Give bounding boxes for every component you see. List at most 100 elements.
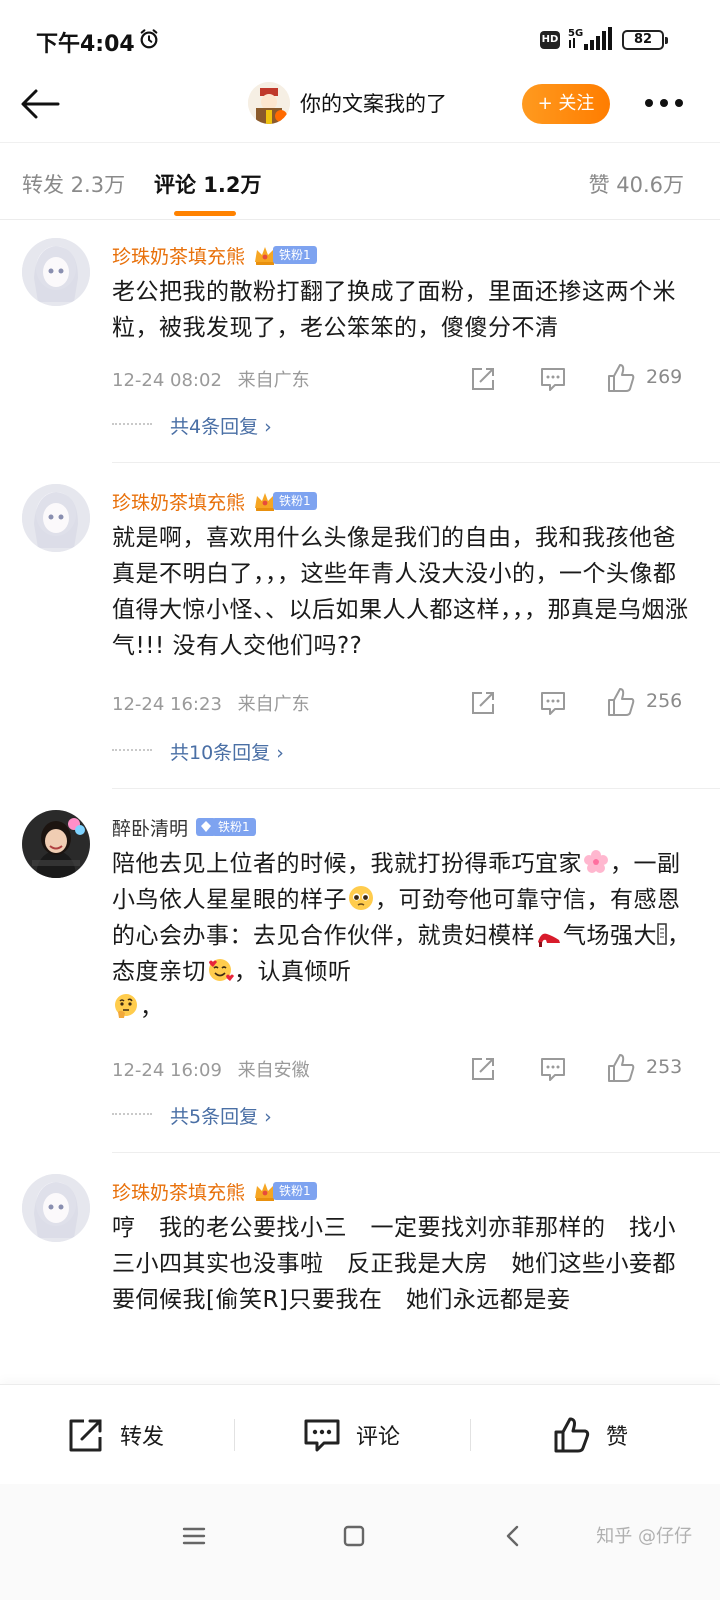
status-time: 下午4:04 xyxy=(36,32,135,57)
like-label: 赞 xyxy=(606,1425,629,1450)
fan-badge-label: 铁粉1 xyxy=(212,818,256,836)
bottom-action-bar: 转发 评论 赞 xyxy=(0,1384,720,1484)
text-segment: ，认真倾听 xyxy=(234,959,352,985)
tab-active-indicator xyxy=(174,211,236,216)
author-avatar-illustration xyxy=(248,82,290,124)
more-options-icon[interactable] xyxy=(642,96,686,110)
home-square-icon[interactable] xyxy=(340,1522,368,1550)
like-button[interactable]: 赞 xyxy=(552,1415,628,1455)
back-arrow-icon[interactable] xyxy=(18,82,62,126)
anime-girl-avatar xyxy=(22,1174,90,1242)
text-segment: 陪他去见上位者的时候，我就打扮得乖巧宜家 xyxy=(112,851,582,877)
reply-dots xyxy=(112,423,152,427)
page-title: 你的文案我的了 xyxy=(300,92,447,116)
fan-badge: 铁粉1 xyxy=(196,817,256,837)
separator xyxy=(234,1419,235,1451)
comment-location: 来自广东 xyxy=(237,370,310,391)
username[interactable]: 醉卧清明 xyxy=(112,814,188,841)
view-replies-link[interactable]: 共4条回复 › xyxy=(170,412,272,439)
tab-like[interactable]: 赞 40.6万 xyxy=(589,169,684,199)
reply-dots xyxy=(112,1113,152,1117)
back-chevron-icon[interactable] xyxy=(500,1522,528,1550)
comment-meta: 12-24 16:23 来自广东 xyxy=(112,690,310,720)
comment-label: 评论 xyxy=(356,1425,401,1450)
avatar[interactable] xyxy=(22,810,90,878)
like-icon[interactable] xyxy=(606,1052,636,1084)
view-replies-link[interactable]: 共10条回复 › xyxy=(170,738,284,765)
anime-girl-avatar xyxy=(22,238,90,306)
fan-badge: 铁粉1 xyxy=(253,491,317,511)
thumbs-up-icon xyxy=(554,1417,590,1453)
username[interactable]: 珍珠奶茶填充熊 xyxy=(112,488,245,515)
text-segment: ， xyxy=(140,995,164,1021)
tab-comment[interactable]: 评论 1.2万 xyxy=(154,169,262,199)
comment-meta: 12-24 16:09 来自安徽 xyxy=(112,1056,310,1086)
comment-time: 12-24 16:23 xyxy=(112,694,222,715)
comment-text: 陪他去见上位者的时候，我就打扮得乖巧宜家 ，一副小鸟依人星星眼的样子 ，可劲夸他可靠… xyxy=(112,846,696,1026)
fan-badge-label: 铁粉1 xyxy=(273,246,317,264)
watermark: 知乎 @仔仔 xyxy=(596,1526,692,1547)
reply-icon[interactable] xyxy=(538,688,568,718)
reply-icon[interactable] xyxy=(538,1054,568,1084)
anime-girl-avatar xyxy=(22,484,90,552)
comment-meta: 12-24 08:02 来自广东 xyxy=(112,366,310,396)
comment-button[interactable]: 评论 xyxy=(302,1415,400,1455)
photo-avatar xyxy=(22,810,90,878)
fan-badge: 铁粉1 xyxy=(253,1181,317,1201)
comment-text: 哼 我的老公要找小三 一定要找刘亦菲那样的 找小三小四其实也没事啦 反正我是大房… xyxy=(112,1215,676,1313)
follow-button[interactable]: + 关注 xyxy=(522,84,610,124)
header: 你的文案我的了 + 关注 xyxy=(0,72,720,142)
comment-time: 12-24 16:09 xyxy=(112,1060,222,1081)
comment-item: 醉卧清明 铁粉1 陪他去见上位者的时候，我就打扮得乖巧宜家 ，一副小鸟依人星星眼的… xyxy=(0,810,720,1154)
username[interactable]: 珍珠奶茶填充熊 xyxy=(112,242,245,269)
unknown-glyph-icon xyxy=(657,923,667,945)
avatar[interactable] xyxy=(22,238,90,306)
fan-badge-label: 铁粉1 xyxy=(273,1182,317,1200)
reply-dots xyxy=(112,749,152,753)
tab-bar: 转发 2.3万 评论 1.2万 赞 40.6万 xyxy=(0,142,720,220)
like-icon[interactable] xyxy=(606,686,636,718)
text-segment: 气场强大 xyxy=(563,923,657,949)
comment-item: 珍珠奶茶填充熊 铁粉1 就是啊，喜欢用什么头像是我们的自由，我和我孩他爸真是不明… xyxy=(0,484,720,790)
comment-text: 就是啊，喜欢用什么头像是我们的自由，我和我孩他爸真是不明白了，，，这些年青人没大… xyxy=(112,525,689,659)
name-row: 珍珠奶茶填充熊 铁粉1 xyxy=(112,486,317,516)
name-row: 珍珠奶茶填充熊 铁粉1 xyxy=(112,240,317,270)
share-icon[interactable] xyxy=(468,688,498,718)
share-icon xyxy=(69,1419,102,1452)
avatar[interactable] xyxy=(22,1174,90,1242)
pleading-face-emoji xyxy=(349,886,373,910)
name-row: 醉卧清明 铁粉1 xyxy=(112,812,256,842)
like-count: 269 xyxy=(646,366,683,388)
fan-badge-label: 铁粉1 xyxy=(273,492,317,510)
comment-item: 珍珠奶茶填充熊 铁粉1 哼 我的老公要找小三 一定要找刘亦菲那样的 找小三小四其… xyxy=(0,1174,720,1384)
reply-row: 共10条回复 › xyxy=(112,736,284,766)
tab-repost[interactable]: 转发 2.3万 xyxy=(22,169,125,199)
system-nav-bar: 知乎 @仔仔 xyxy=(0,1484,720,1600)
comment-location: 来自广东 xyxy=(237,694,310,715)
menu-icon[interactable] xyxy=(180,1522,208,1550)
repost-button[interactable]: 转发 xyxy=(66,1415,164,1455)
network-label: 5G xyxy=(568,28,583,39)
author-avatar[interactable] xyxy=(248,82,290,124)
reply-row: 共5条回复 › xyxy=(112,1100,272,1130)
status-bar: 下午4:04 HD 5G 82 xyxy=(0,0,720,72)
share-icon[interactable] xyxy=(468,1054,498,1084)
avatar[interactable] xyxy=(22,484,90,552)
like-count: 253 xyxy=(646,1056,683,1078)
name-row: 珍珠奶茶填充熊 铁粉1 xyxy=(112,1176,317,1206)
username[interactable]: 珍珠奶茶填充熊 xyxy=(112,1178,245,1205)
like-icon[interactable] xyxy=(606,362,636,394)
share-icon[interactable] xyxy=(468,364,498,394)
comment-text: 老公把我的散粉打翻了换成了面粉，里面还掺这两个米粒，被我发现了，老公笨笨的，傻傻… xyxy=(112,279,676,341)
battery-indicator: 82 xyxy=(622,30,668,50)
thinking-face-emoji xyxy=(115,994,137,1018)
like-count: 256 xyxy=(646,690,683,712)
view-replies-link[interactable]: 共5条回复 › xyxy=(170,1102,272,1129)
repost-label: 转发 xyxy=(120,1425,165,1450)
reply-row: 共4条回复 › xyxy=(112,410,272,440)
reply-icon[interactable] xyxy=(538,364,568,394)
cherry-blossom-emoji xyxy=(584,850,608,873)
comment-location: 来自安徽 xyxy=(237,1060,310,1081)
high-heel-emoji xyxy=(538,933,560,947)
smiling-face-with-hearts-emoji xyxy=(209,959,234,981)
